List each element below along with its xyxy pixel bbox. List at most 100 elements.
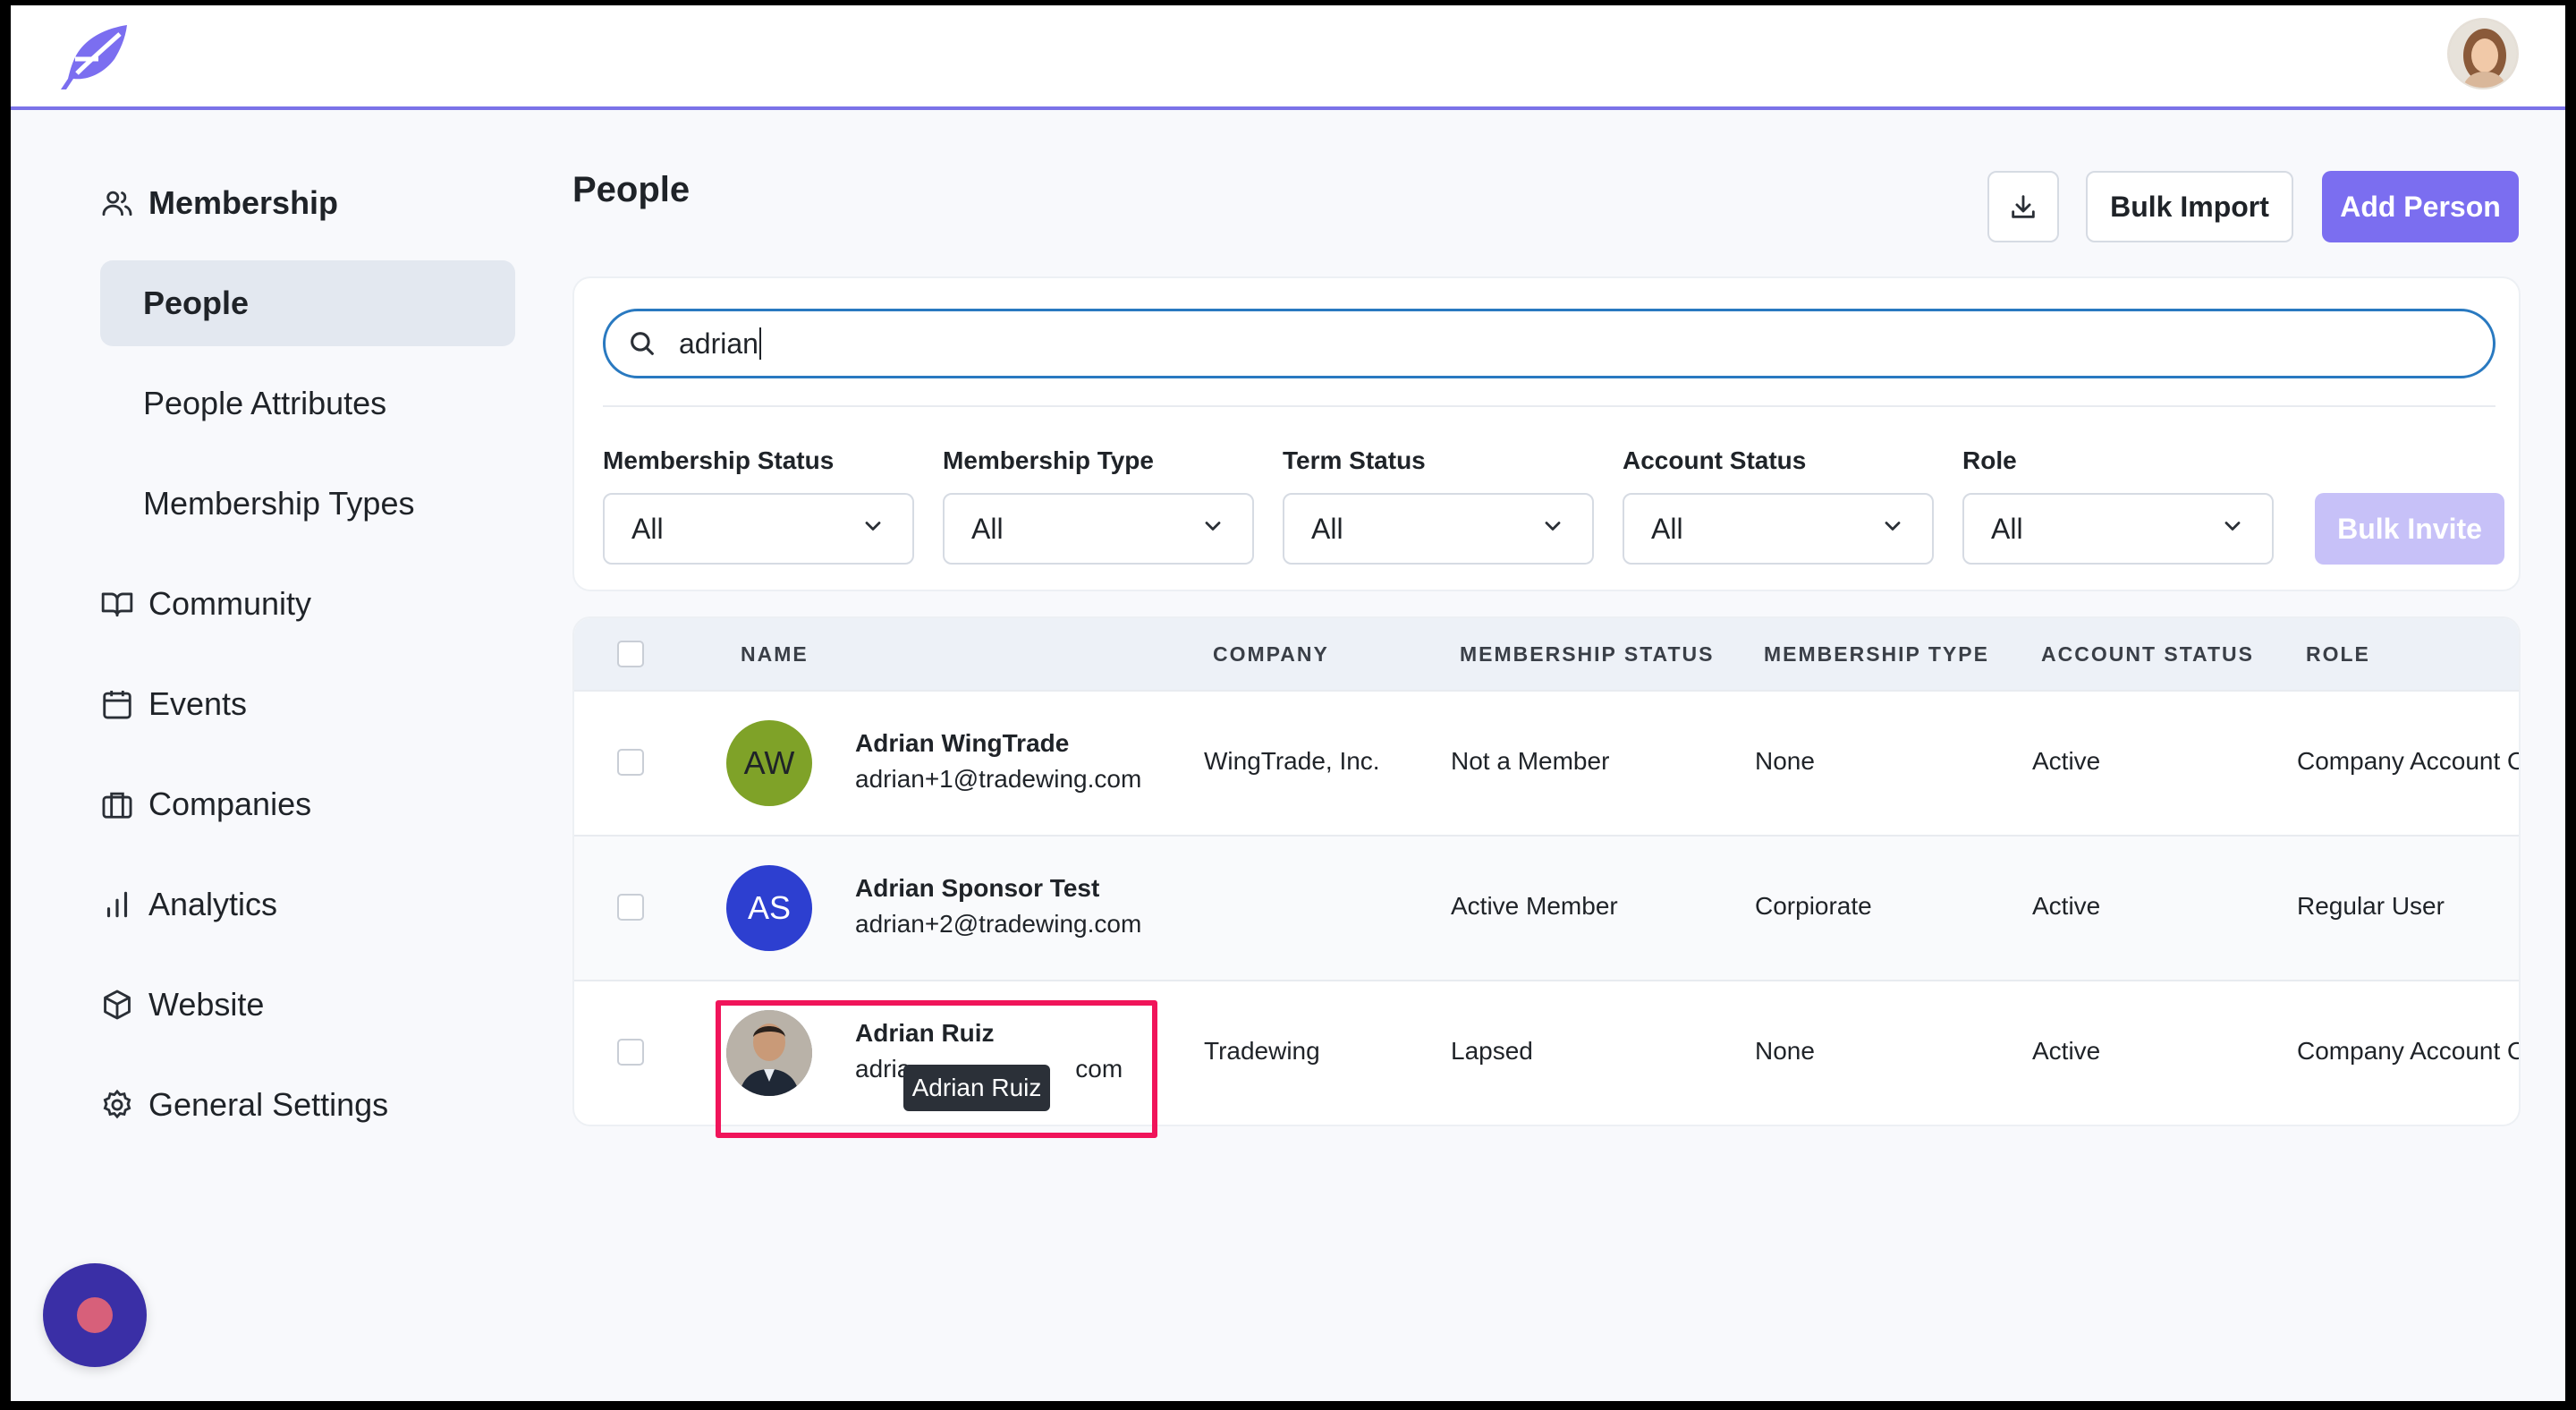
add-person-button[interactable]: Add Person	[2322, 171, 2519, 242]
sidebar-item-label: Community	[148, 585, 312, 622]
bulk-invite-button[interactable]: Bulk Invite	[2315, 493, 2504, 565]
chevron-down-icon	[1200, 513, 1225, 546]
filter-membership-status: Membership Status All	[603, 446, 914, 565]
column-header-membership-status[interactable]: MEMBERSHIP STATUS	[1460, 618, 1714, 690]
role-cell: Company Account Ow	[2297, 1037, 2521, 1065]
sidebar-item-label: Analytics	[148, 886, 278, 922]
company-cell: WingTrade, Inc.	[1204, 747, 1380, 775]
chevron-down-icon	[2220, 513, 2245, 546]
column-header-company[interactable]: COMPANY	[1213, 618, 1329, 690]
person-name[interactable]: Adrian WingTrade	[855, 729, 1069, 758]
app-window: Membership People People Attributes Memb…	[11, 5, 2565, 1401]
table-row[interactable]: AW Adrian WingTrade adrian+1@tradewing.c…	[574, 690, 2519, 835]
membership-type-select[interactable]: All	[943, 493, 1254, 565]
feather-logo-icon[interactable]	[57, 23, 132, 91]
column-header-membership-type[interactable]: MEMBERSHIP TYPE	[1764, 618, 1989, 690]
search-input[interactable]: adrian	[603, 309, 2496, 378]
column-header-account-status[interactable]: ACCOUNT STATUS	[2041, 618, 2254, 690]
user-avatar[interactable]	[2447, 18, 2519, 89]
sidebar-item-label: People	[143, 285, 250, 321]
row-checkbox[interactable]	[617, 749, 644, 776]
sidebar-item-website[interactable]: Website	[100, 969, 264, 1041]
divider	[603, 405, 2496, 407]
calendar-icon	[100, 687, 134, 721]
select-value: All	[1991, 512, 2023, 545]
search-icon	[627, 328, 657, 359]
book-open-icon	[100, 587, 134, 621]
term-status-select[interactable]: All	[1283, 493, 1594, 565]
users-icon	[100, 186, 134, 220]
sidebar-item-label: Membership	[148, 184, 339, 221]
account-status-cell: Active	[2032, 747, 2101, 775]
chevron-down-icon	[1880, 513, 1905, 546]
account-status-cell: Active	[2032, 1037, 2101, 1065]
filter-label: Membership Status	[603, 446, 835, 474]
avatar: AS	[726, 865, 812, 951]
chat-launcher-icon	[77, 1297, 113, 1333]
membership-type-cell: None	[1755, 1037, 1815, 1065]
membership-type-cell: Corpiorate	[1755, 892, 1872, 920]
top-bar	[11, 5, 2565, 110]
membership-type-cell: None	[1755, 747, 1815, 775]
chat-launcher-button[interactable]	[43, 1263, 147, 1367]
account-status-select[interactable]: All	[1623, 493, 1934, 565]
gear-icon	[100, 1088, 134, 1122]
sidebar-item-community[interactable]: Community	[100, 568, 311, 640]
select-value: All	[1651, 512, 1683, 545]
table-header: NAME COMPANY MEMBERSHIP STATUS MEMBERSHI…	[574, 618, 2519, 690]
membership-status-cell: Lapsed	[1451, 1037, 1533, 1065]
name-tooltip: Adrian Ruiz	[903, 1065, 1050, 1111]
sidebar-item-label: Events	[148, 685, 248, 722]
account-status-cell: Active	[2032, 892, 2101, 920]
sidebar-item-general-settings[interactable]: General Settings	[100, 1069, 388, 1141]
page-title: People	[572, 170, 691, 209]
column-header-name[interactable]: NAME	[741, 618, 809, 690]
select-value: All	[1311, 512, 1343, 545]
sidebar: Membership People People Attributes Memb…	[11, 114, 547, 1277]
sidebar-item-label: Companies	[148, 786, 312, 822]
row-checkbox[interactable]	[617, 1039, 644, 1066]
filter-term-status: Term Status All	[1283, 446, 1594, 565]
company-cell: Tradewing	[1204, 1037, 1320, 1065]
filter-label: Role	[1962, 446, 2017, 474]
select-all-checkbox[interactable]	[617, 641, 644, 667]
sidebar-item-membership[interactable]: Membership	[100, 167, 338, 239]
search-value: adrian	[679, 327, 758, 360]
membership-status-select[interactable]: All	[603, 493, 914, 565]
sidebar-item-events[interactable]: Events	[100, 668, 247, 740]
avatar-initials: AS	[747, 889, 792, 926]
membership-status-cell: Not a Member	[1451, 747, 1610, 775]
filter-role: Role All	[1962, 446, 2274, 565]
sidebar-item-label: People Attributes	[143, 385, 387, 421]
select-value: All	[971, 512, 1004, 545]
sidebar-item-analytics[interactable]: Analytics	[100, 869, 277, 940]
bulk-import-button[interactable]: Bulk Import	[2086, 171, 2293, 242]
role-select[interactable]: All	[1962, 493, 2274, 565]
role-cell: Company Account Ow	[2297, 747, 2521, 775]
cube-icon	[100, 988, 134, 1022]
avatar: AW	[726, 720, 812, 806]
chevron-down-icon	[860, 513, 886, 546]
filter-label: Account Status	[1623, 446, 1807, 474]
sidebar-item-people-attributes[interactable]: People Attributes	[100, 361, 515, 446]
sidebar-item-label: Website	[148, 986, 265, 1023]
text-caret	[758, 327, 761, 360]
person-name[interactable]: Adrian Sponsor Test	[855, 874, 1099, 903]
sidebar-item-companies[interactable]: Companies	[100, 769, 311, 840]
avatar-initials: AW	[743, 744, 795, 781]
sidebar-item-membership-types[interactable]: Membership Types	[100, 461, 515, 547]
person-email: adrian+1@tradewing.com	[855, 765, 1142, 793]
row-checkbox[interactable]	[617, 894, 644, 921]
filter-label: Term Status	[1283, 446, 1426, 474]
download-button[interactable]	[1987, 171, 2059, 242]
filter-label: Membership Type	[943, 446, 1154, 474]
column-header-role[interactable]: ROLE	[2306, 618, 2370, 690]
sidebar-item-label: General Settings	[148, 1086, 389, 1123]
sidebar-item-label: Membership Types	[143, 485, 415, 522]
role-cell: Regular User	[2297, 892, 2445, 920]
sidebar-item-people[interactable]: People	[100, 260, 515, 346]
filter-panel: adrian Membership Status All Membership …	[572, 276, 2521, 591]
chevron-down-icon	[1540, 513, 1565, 546]
table-row[interactable]: AS Adrian Sponsor Test adrian+2@tradewin…	[574, 835, 2519, 980]
download-icon	[2008, 191, 2038, 222]
